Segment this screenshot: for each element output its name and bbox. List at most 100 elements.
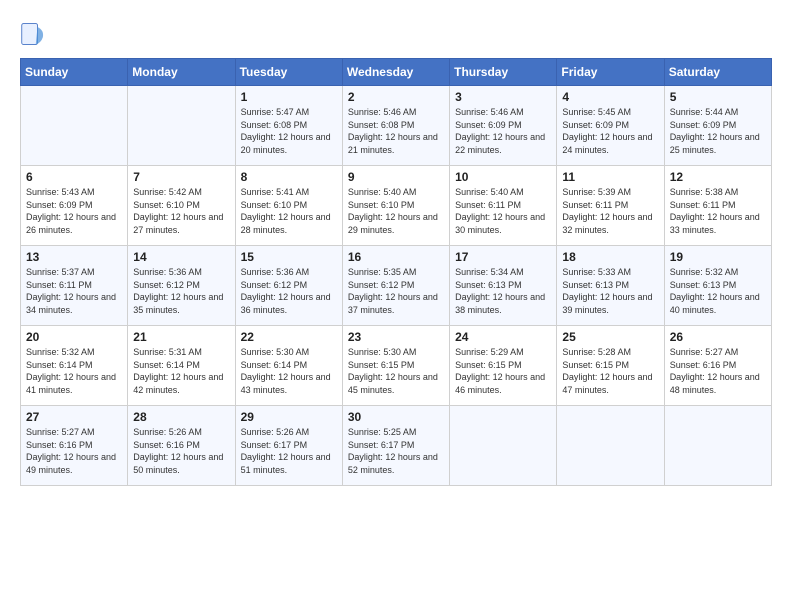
day-number: 29 (241, 410, 337, 424)
calendar-cell: 15 Sunrise: 5:36 AM Sunset: 6:12 PM Dayli… (235, 246, 342, 326)
logo-icon (20, 20, 48, 48)
day-info: Sunrise: 5:36 AM Sunset: 6:12 PM Dayligh… (133, 266, 229, 316)
calendar-cell: 17 Sunrise: 5:34 AM Sunset: 6:13 PM Dayli… (450, 246, 557, 326)
day-number: 6 (26, 170, 122, 184)
calendar-cell (21, 86, 128, 166)
calendar-cell: 30 Sunrise: 5:25 AM Sunset: 6:17 PM Dayli… (342, 406, 449, 486)
day-number: 26 (670, 330, 766, 344)
day-number: 16 (348, 250, 444, 264)
day-info: Sunrise: 5:32 AM Sunset: 6:14 PM Dayligh… (26, 346, 122, 396)
header-saturday: Saturday (664, 59, 771, 86)
day-info: Sunrise: 5:26 AM Sunset: 6:16 PM Dayligh… (133, 426, 229, 476)
calendar-cell: 27Sunrise: 5:27 AM Sunset: 6:16 PM Dayli… (21, 406, 128, 486)
day-number: 11 (562, 170, 658, 184)
day-number: 7 (133, 170, 229, 184)
day-info: Sunrise: 5:39 AM Sunset: 6:11 PM Dayligh… (562, 186, 658, 236)
calendar-cell: 24 Sunrise: 5:29 AM Sunset: 6:15 PM Dayli… (450, 326, 557, 406)
calendar-cell: 12 Sunrise: 5:38 AM Sunset: 6:11 PM Dayli… (664, 166, 771, 246)
day-number: 8 (241, 170, 337, 184)
day-number: 19 (670, 250, 766, 264)
calendar-cell: 4Sunrise: 5:45 AM Sunset: 6:09 PM Daylig… (557, 86, 664, 166)
day-info: Sunrise: 5:26 AM Sunset: 6:17 PM Dayligh… (241, 426, 337, 476)
day-number: 12 (670, 170, 766, 184)
day-number: 15 (241, 250, 337, 264)
calendar-cell: 18Sunrise: 5:33 AM Sunset: 6:13 PM Dayli… (557, 246, 664, 326)
day-info: Sunrise: 5:44 AM Sunset: 6:09 PM Dayligh… (670, 106, 766, 156)
day-number: 17 (455, 250, 551, 264)
day-info: Sunrise: 5:36 AM Sunset: 6:12 PM Dayligh… (241, 266, 337, 316)
calendar-cell (450, 406, 557, 486)
calendar-cell: 6 Sunrise: 5:43 AM Sunset: 6:09 PM Daylig… (21, 166, 128, 246)
day-info: Sunrise: 5:46 AM Sunset: 6:09 PM Dayligh… (455, 106, 551, 156)
day-info: Sunrise: 5:37 AM Sunset: 6:11 PM Dayligh… (26, 266, 122, 316)
day-info: Sunrise: 5:41 AM Sunset: 6:10 PM Dayligh… (241, 186, 337, 236)
calendar-cell: 16Sunrise: 5:35 AM Sunset: 6:12 PM Dayli… (342, 246, 449, 326)
day-info: Sunrise: 5:47 AM Sunset: 6:08 PM Dayligh… (241, 106, 337, 156)
calendar-cell: 8 Sunrise: 5:41 AM Sunset: 6:10 PM Daylig… (235, 166, 342, 246)
header-tuesday: Tuesday (235, 59, 342, 86)
day-number: 1 (241, 90, 337, 104)
calendar-cell: 3 Sunrise: 5:46 AM Sunset: 6:09 PM Daylig… (450, 86, 557, 166)
calendar-cell: 22Sunrise: 5:30 AM Sunset: 6:14 PM Dayli… (235, 326, 342, 406)
day-info: Sunrise: 5:28 AM Sunset: 6:15 PM Dayligh… (562, 346, 658, 396)
day-info: Sunrise: 5:27 AM Sunset: 6:16 PM Dayligh… (26, 426, 122, 476)
day-number: 21 (133, 330, 229, 344)
week-row-5: 27Sunrise: 5:27 AM Sunset: 6:16 PM Dayli… (21, 406, 772, 486)
day-info: Sunrise: 5:27 AM Sunset: 6:16 PM Dayligh… (670, 346, 766, 396)
calendar-cell (557, 406, 664, 486)
calendar-cell: 14 Sunrise: 5:36 AM Sunset: 6:12 PM Dayli… (128, 246, 235, 326)
day-number: 13 (26, 250, 122, 264)
logo (20, 20, 52, 48)
day-info: Sunrise: 5:42 AM Sunset: 6:10 PM Dayligh… (133, 186, 229, 236)
calendar-cell: 21 Sunrise: 5:31 AM Sunset: 6:14 PM Dayli… (128, 326, 235, 406)
calendar-cell: 20Sunrise: 5:32 AM Sunset: 6:14 PM Dayli… (21, 326, 128, 406)
day-info: Sunrise: 5:46 AM Sunset: 6:08 PM Dayligh… (348, 106, 444, 156)
day-number: 14 (133, 250, 229, 264)
day-info: Sunrise: 5:32 AM Sunset: 6:13 PM Dayligh… (670, 266, 766, 316)
day-number: 24 (455, 330, 551, 344)
day-number: 23 (348, 330, 444, 344)
calendar-cell: 7 Sunrise: 5:42 AM Sunset: 6:10 PM Daylig… (128, 166, 235, 246)
calendar-cell: 19 Sunrise: 5:32 AM Sunset: 6:13 PM Dayli… (664, 246, 771, 326)
day-number: 28 (133, 410, 229, 424)
calendar-cell: 11 Sunrise: 5:39 AM Sunset: 6:11 PM Dayli… (557, 166, 664, 246)
calendar-cell: 5 Sunrise: 5:44 AM Sunset: 6:09 PM Daylig… (664, 86, 771, 166)
calendar-cell: 9Sunrise: 5:40 AM Sunset: 6:10 PM Daylig… (342, 166, 449, 246)
day-number: 30 (348, 410, 444, 424)
day-info: Sunrise: 5:38 AM Sunset: 6:11 PM Dayligh… (670, 186, 766, 236)
header-monday: Monday (128, 59, 235, 86)
header-friday: Friday (557, 59, 664, 86)
day-info: Sunrise: 5:45 AM Sunset: 6:09 PM Dayligh… (562, 106, 658, 156)
calendar-cell: 1 Sunrise: 5:47 AM Sunset: 6:08 PM Daylig… (235, 86, 342, 166)
calendar-cell: 28 Sunrise: 5:26 AM Sunset: 6:16 PM Dayli… (128, 406, 235, 486)
calendar-cell (664, 406, 771, 486)
page-header (20, 20, 772, 48)
calendar-cell: 26 Sunrise: 5:27 AM Sunset: 6:16 PM Dayli… (664, 326, 771, 406)
day-info: Sunrise: 5:34 AM Sunset: 6:13 PM Dayligh… (455, 266, 551, 316)
day-number: 2 (348, 90, 444, 104)
day-info: Sunrise: 5:29 AM Sunset: 6:15 PM Dayligh… (455, 346, 551, 396)
calendar-table: SundayMondayTuesdayWednesdayThursdayFrid… (20, 58, 772, 486)
day-info: Sunrise: 5:40 AM Sunset: 6:11 PM Dayligh… (455, 186, 551, 236)
calendar-cell: 2 Sunrise: 5:46 AM Sunset: 6:08 PM Daylig… (342, 86, 449, 166)
day-info: Sunrise: 5:31 AM Sunset: 6:14 PM Dayligh… (133, 346, 229, 396)
header-sunday: Sunday (21, 59, 128, 86)
week-row-4: 20Sunrise: 5:32 AM Sunset: 6:14 PM Dayli… (21, 326, 772, 406)
day-number: 3 (455, 90, 551, 104)
calendar-header-row: SundayMondayTuesdayWednesdayThursdayFrid… (21, 59, 772, 86)
day-info: Sunrise: 5:25 AM Sunset: 6:17 PM Dayligh… (348, 426, 444, 476)
calendar-cell: 13 Sunrise: 5:37 AM Sunset: 6:11 PM Dayli… (21, 246, 128, 326)
calendar-cell: 29 Sunrise: 5:26 AM Sunset: 6:17 PM Dayli… (235, 406, 342, 486)
week-row-1: 1 Sunrise: 5:47 AM Sunset: 6:08 PM Daylig… (21, 86, 772, 166)
calendar-cell (128, 86, 235, 166)
week-row-3: 13 Sunrise: 5:37 AM Sunset: 6:11 PM Dayli… (21, 246, 772, 326)
header-thursday: Thursday (450, 59, 557, 86)
day-info: Sunrise: 5:43 AM Sunset: 6:09 PM Dayligh… (26, 186, 122, 236)
day-info: Sunrise: 5:30 AM Sunset: 6:14 PM Dayligh… (241, 346, 337, 396)
day-number: 9 (348, 170, 444, 184)
week-row-2: 6 Sunrise: 5:43 AM Sunset: 6:09 PM Daylig… (21, 166, 772, 246)
calendar-cell: 25Sunrise: 5:28 AM Sunset: 6:15 PM Dayli… (557, 326, 664, 406)
day-info: Sunrise: 5:30 AM Sunset: 6:15 PM Dayligh… (348, 346, 444, 396)
day-number: 5 (670, 90, 766, 104)
day-info: Sunrise: 5:33 AM Sunset: 6:13 PM Dayligh… (562, 266, 658, 316)
